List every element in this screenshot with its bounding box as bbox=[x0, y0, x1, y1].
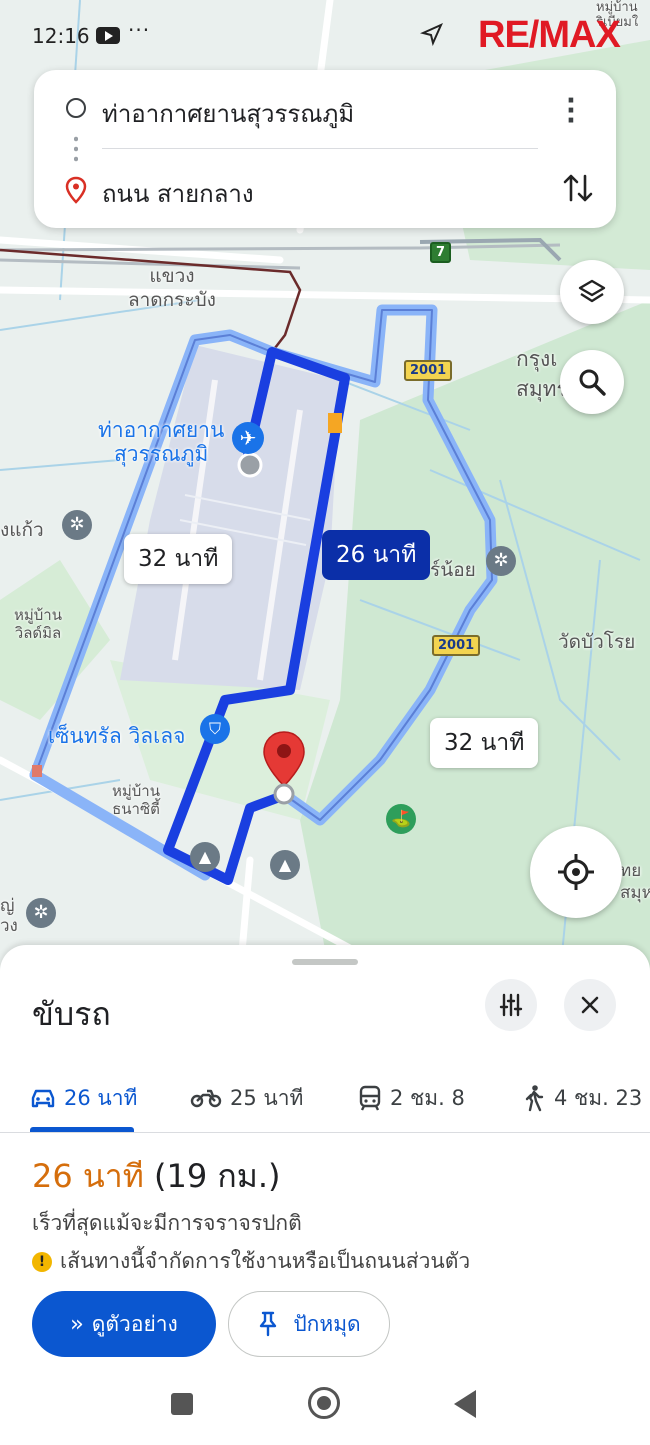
origin-field[interactable]: ท่าอากาศยานสุวรรณภูมิ bbox=[102, 94, 354, 133]
warning-text: เส้นทางนี้จำกัดการใช้งานหรือเป็นถนนส่วนต… bbox=[60, 1249, 471, 1273]
drag-handle[interactable] bbox=[292, 959, 358, 965]
my-location-button[interactable] bbox=[530, 826, 622, 918]
home-icon[interactable] bbox=[308, 1387, 340, 1419]
walk-icon bbox=[525, 1085, 544, 1112]
active-tab-indicator bbox=[30, 1127, 134, 1132]
youtube-icon bbox=[96, 27, 120, 44]
destination-pin-outline-icon bbox=[65, 176, 87, 204]
map-label-noi: ร์น้อย bbox=[430, 559, 476, 581]
golf-icon[interactable]: ⛳ bbox=[386, 804, 416, 834]
sheet-title: ขับรถ bbox=[32, 995, 111, 1033]
route-dots-icon bbox=[74, 134, 78, 164]
divider bbox=[102, 148, 538, 149]
road-shield-2001-top: 2001 bbox=[404, 360, 453, 381]
temple-icon[interactable]: ✲ bbox=[486, 546, 516, 576]
tab-motorcycle[interactable]: 25 นาที bbox=[190, 1063, 303, 1133]
airport-icon[interactable]: ✈ bbox=[232, 422, 264, 454]
travel-mode-tabs: 26 นาที 25 นาที 2 ชม. 8 4 ชม. 23 bbox=[0, 1063, 650, 1133]
school-icon[interactable]: ▲ bbox=[190, 842, 220, 872]
double-chevron-icon: ›› bbox=[70, 1311, 83, 1337]
transit-icon bbox=[359, 1085, 381, 1111]
tab-drive[interactable]: 26 นาที bbox=[30, 1063, 137, 1133]
directions-sheet: ขับรถ 26 นาที 25 นาที 2 ชม. 8 4 ชม. 23 2… bbox=[0, 945, 650, 1445]
preview-label: ดูตัวอย่าง bbox=[91, 1311, 178, 1336]
destination-field[interactable]: ถนน สายกลาง bbox=[102, 174, 254, 213]
motorcycle-icon bbox=[190, 1089, 222, 1108]
layers-button[interactable] bbox=[560, 260, 624, 324]
map-label-district: แขวง ลาดกระบัง bbox=[128, 265, 216, 311]
road-shield-2001-bottom: 2001 bbox=[432, 635, 481, 656]
navigation-icon bbox=[420, 23, 443, 46]
destination-pin-icon[interactable] bbox=[260, 730, 308, 810]
temple-icon[interactable]: ✲ bbox=[26, 898, 56, 928]
close-button[interactable] bbox=[564, 979, 616, 1031]
search-along-route-button[interactable] bbox=[560, 350, 624, 414]
map-label-airport[interactable]: ท่าอากาศยาน สุวรรณภูมิ bbox=[98, 418, 224, 466]
tab-transit-label: 2 ชม. 8 bbox=[390, 1085, 465, 1110]
map-label-right-bottom: ทย สมุห bbox=[620, 861, 650, 903]
temple-icon[interactable]: ✲ bbox=[62, 510, 92, 540]
warning-icon: ! bbox=[32, 1251, 52, 1272]
route-options-button[interactable] bbox=[485, 979, 537, 1031]
directions-card: ท่าอากาศยานสุวรรณภูมิ ถนน สายกลาง · · · bbox=[34, 70, 616, 228]
swap-icon[interactable] bbox=[562, 170, 594, 206]
map-label-left-bottom: ญ่ วง bbox=[0, 896, 18, 936]
more-notifications-icon: ··· bbox=[128, 18, 151, 42]
route-label-selected[interactable]: 26 นาที bbox=[322, 530, 431, 580]
layers-icon bbox=[578, 279, 606, 303]
tab-walk-label: 4 ชม. 23 bbox=[554, 1085, 643, 1110]
route-label-alt-right[interactable]: 32 นาที bbox=[430, 718, 539, 768]
crosshair-icon bbox=[558, 854, 594, 890]
tab-walk[interactable]: 4 ชม. 23 bbox=[522, 1063, 642, 1133]
tab-motorcycle-label: 25 นาที bbox=[230, 1085, 304, 1110]
map-label-left-edge: ิ่งแก้ว bbox=[0, 519, 44, 541]
back-icon[interactable] bbox=[454, 1390, 476, 1418]
tab-drive-label: 26 นาที bbox=[64, 1085, 138, 1110]
route-summary: เร็วที่สุดแม้จะมีการจราจรปกติ bbox=[32, 1211, 302, 1235]
school-icon[interactable]: ▲ bbox=[270, 850, 300, 880]
close-icon bbox=[581, 996, 599, 1014]
pushpin-icon bbox=[260, 1311, 277, 1337]
map-label-wat: วัดบัวโรย bbox=[558, 631, 636, 653]
map-label-village-thanasiri: หมู่บ้าน ธนาซิตี้ bbox=[112, 782, 160, 818]
duration-time: 26 นาที bbox=[32, 1157, 144, 1195]
tab-transit[interactable]: 2 ชม. 8 bbox=[358, 1063, 465, 1133]
more-vert-icon[interactable]: · · · bbox=[566, 88, 576, 134]
tune-icon bbox=[499, 993, 523, 1017]
origin-circle-icon bbox=[66, 98, 86, 118]
duration-distance: (19 กม.) bbox=[154, 1157, 281, 1195]
shopping-bag-icon[interactable]: ⛉ bbox=[200, 714, 230, 744]
map-label-central-village[interactable]: เซ็นทรัล วิลเลจ bbox=[48, 724, 185, 748]
remax-watermark: RE/MAX bbox=[478, 14, 621, 56]
search-icon bbox=[579, 369, 606, 396]
route-warning: ! เส้นทางนี้จำกัดการใช้งานหรือเป็นถนนส่ว… bbox=[32, 1245, 470, 1278]
preview-button[interactable]: ›› ดูตัวอย่าง bbox=[32, 1291, 216, 1357]
system-nav-bar bbox=[0, 1385, 650, 1445]
car-icon bbox=[31, 1089, 55, 1108]
pin-button[interactable]: ปักหมุด bbox=[228, 1291, 390, 1357]
route-label-alt-left[interactable]: 32 นาที bbox=[124, 534, 233, 584]
screen: แขวง ลาดกระบัง ท่าอากาศยาน สุวรรณภูมิ เซ… bbox=[0, 0, 650, 1445]
status-time: 12:16 bbox=[32, 24, 90, 48]
pin-label: ปักหมุด bbox=[293, 1311, 361, 1336]
map-label-village-left: หมู่บ้าน วิลด์มิล bbox=[14, 606, 62, 642]
route-duration: 26 นาที (19 กม.) bbox=[32, 1151, 281, 1202]
road-shield-7: 7 bbox=[430, 242, 452, 263]
recents-icon[interactable] bbox=[171, 1393, 193, 1415]
